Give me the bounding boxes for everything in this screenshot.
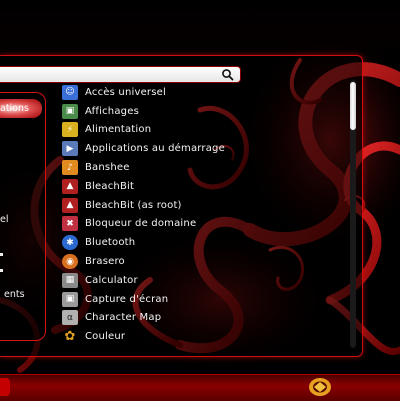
search-field[interactable] [0, 66, 241, 83]
app-item-bleachbit-root[interactable]: ▲ BleachBit (as root) [60, 196, 345, 215]
tray-emblem-icon[interactable] [308, 377, 332, 397]
taskbar [0, 374, 400, 401]
scrollbar-thumb[interactable] [350, 82, 356, 130]
search-input[interactable] [4, 68, 218, 82]
accessibility-icon: ☺ [62, 84, 78, 100]
app-item-applications-au-demarrage[interactable]: ▶ Applications au démarrage [60, 139, 345, 158]
app-item-capture-d-ecran[interactable]: ▣ Capture d'écran [60, 290, 345, 309]
category-item-panel[interactable]: el [0, 214, 8, 225]
category-list: ations el ents [0, 92, 46, 341]
app-item-brasero[interactable]: ◉ Brasero [60, 252, 345, 271]
app-label: Capture d'écran [85, 293, 169, 305]
app-item-affichages[interactable]: ▣ Affichages [60, 102, 345, 121]
power-icon: ⚡ [62, 122, 78, 138]
app-item-bluetooth[interactable]: ✱ Bluetooth [60, 233, 345, 252]
domain-blocker-icon: ✖ [62, 216, 78, 232]
app-item-character-map[interactable]: α Character Map [60, 309, 345, 328]
bleachbit-root-icon: ▲ [62, 197, 78, 213]
app-label: Accès universel [85, 86, 166, 98]
calculator-icon: ▦ [62, 272, 78, 288]
application-list: ☺ Accès universel ▣ Affichages ⚡ Aliment… [60, 83, 345, 346]
startup-apps-icon: ▶ [62, 141, 78, 157]
screenshot-icon: ▣ [62, 291, 78, 307]
app-label: BleachBit (as root) [85, 199, 182, 211]
app-label: Alimentation [85, 124, 152, 136]
app-label: Calculator [85, 274, 138, 286]
display-icon: ▣ [62, 103, 78, 119]
category-item-recents[interactable]: ents [4, 289, 25, 300]
top-shade [0, 0, 400, 55]
app-item-banshee[interactable]: ♪ Banshee [60, 158, 345, 177]
app-item-acces-universel[interactable]: ☺ Accès universel [60, 83, 345, 102]
app-label: Bluetooth [85, 237, 136, 249]
bleachbit-icon: ▲ [62, 178, 78, 194]
app-item-bleachbit[interactable]: ▲ BleachBit [60, 177, 345, 196]
search-icon[interactable] [221, 68, 235, 81]
category-item-applications[interactable]: ations [0, 103, 29, 114]
category-item-marker [0, 253, 3, 256]
character-map-icon: α [62, 310, 78, 326]
app-label: Brasero [85, 256, 125, 268]
banshee-icon: ♪ [62, 160, 78, 176]
app-label: BleachBit [85, 180, 135, 192]
app-label: Banshee [85, 162, 130, 174]
app-list-scrollbar[interactable] [350, 80, 356, 348]
brasero-icon: ◉ [62, 254, 78, 270]
color-icon: ✿ [64, 329, 76, 345]
app-item-bloqueur-de-domaine[interactable]: ✖ Bloqueur de domaine [60, 215, 345, 234]
app-label: Affichages [85, 105, 139, 117]
category-item-marker [0, 269, 3, 272]
app-label: Couleur [85, 331, 126, 343]
app-item-couleur[interactable]: ✿ Couleur [60, 327, 345, 346]
app-item-alimentation[interactable]: ⚡ Alimentation [60, 121, 345, 140]
app-label: Character Map [85, 312, 162, 324]
app-label: Bloqueur de domaine [85, 218, 197, 230]
menu-button[interactable] [0, 378, 10, 396]
bluetooth-icon: ✱ [62, 235, 78, 251]
app-item-calculator[interactable]: ▦ Calculator [60, 271, 345, 290]
app-label: Applications au démarrage [85, 143, 225, 155]
